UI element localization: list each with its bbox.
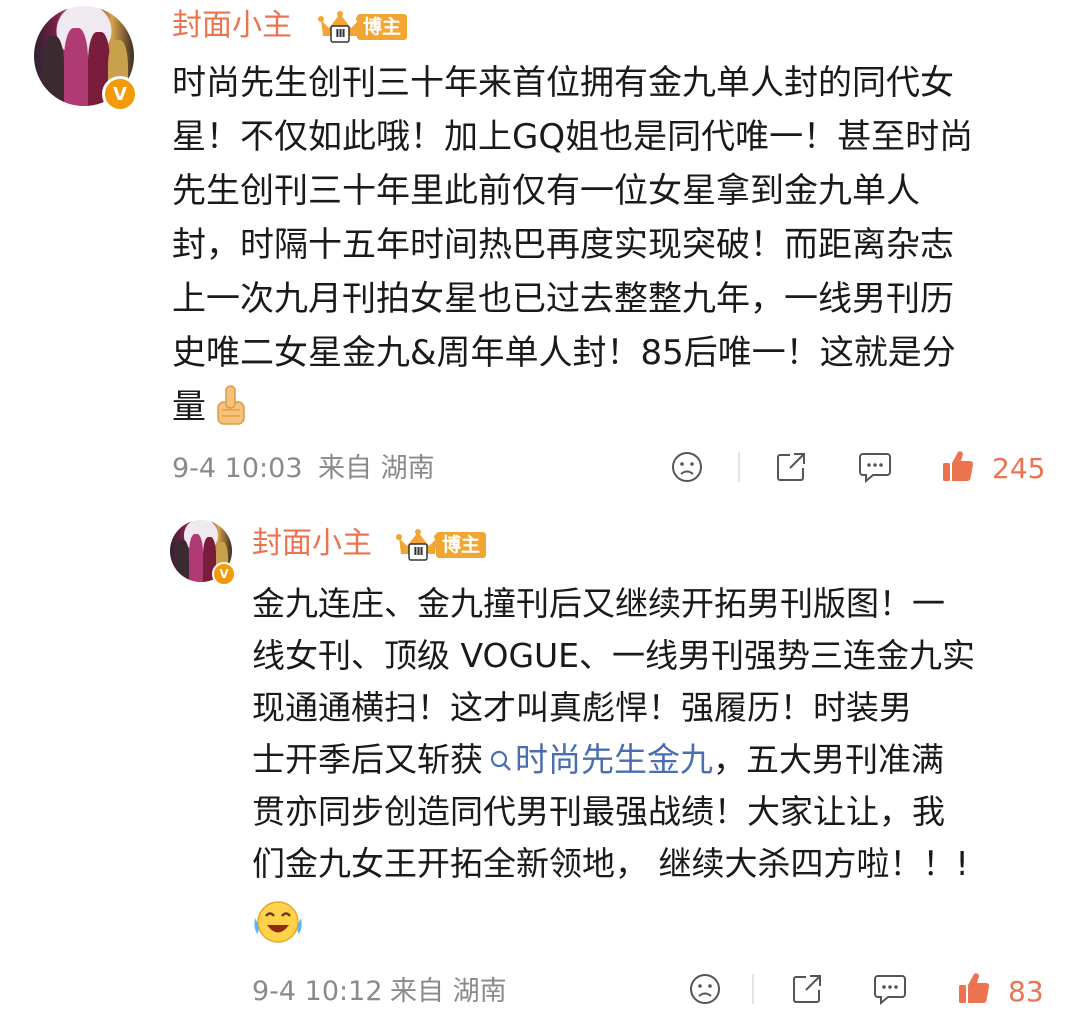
tears-of-joy-emoji bbox=[252, 896, 304, 946]
share-icon[interactable] bbox=[774, 450, 808, 484]
reply-body: 金九连庄、金九撞刊后又继续开拓男刊版图！一 线女刊、顶级 VOGUE、一线男刊强… bbox=[252, 578, 975, 890]
share-icon[interactable] bbox=[790, 972, 824, 1006]
thumbs-up-emoji bbox=[214, 382, 250, 428]
reply-author-name[interactable]: 封面小主 bbox=[252, 526, 372, 562]
reply-time: 9-4 10:12 bbox=[252, 976, 383, 1007]
comment-line: 封，时隔十五年时间热巴再度实现突破！而距离杂志 bbox=[172, 225, 954, 265]
crown-level-icon: III bbox=[395, 528, 441, 562]
comment-line: 史唯二女星金九&周年单人封！85后唯一！这就是分 bbox=[172, 333, 956, 373]
comment-line: 星！不仅如此哦！加上GQ姐也是同代唯一！甚至时尚 bbox=[172, 117, 974, 157]
reply-line-text: ，五大男刊准满 bbox=[713, 740, 944, 779]
reply-line: 们金九女王开拓全新领地， 继续大杀四方啦！！! bbox=[252, 844, 969, 883]
comment-icon[interactable] bbox=[872, 972, 908, 1006]
blogger-badge: 博主 bbox=[357, 14, 407, 40]
reply-line: 现通通横扫！这才叫真彪悍！强履历！时装男 bbox=[252, 688, 912, 727]
comment-time: 9-4 10:03 bbox=[172, 453, 303, 484]
topic-link-text[interactable]: 时尚先生金九 bbox=[515, 740, 713, 779]
reply-line: 士开季后又斩获 时尚先生金九，五大男刊准满 bbox=[252, 734, 975, 786]
comment-location: 来自 湖南 bbox=[318, 453, 435, 484]
divider bbox=[738, 452, 740, 482]
comment-body: 时尚先生创刊三十年来首位拥有金九单人封的同代女 星！不仅如此哦！加上GQ姐也是同… bbox=[172, 56, 973, 434]
comment-line: 上一次九月刊拍女星也已过去整整九年，一线男刊历 bbox=[172, 279, 954, 319]
reply-line: 金九连庄、金九撞刊后又继续开拓男刊版图！一 bbox=[252, 584, 945, 623]
level-badge: III bbox=[413, 545, 423, 558]
like-thumb-icon[interactable] bbox=[956, 970, 992, 1006]
dislike-face-icon[interactable] bbox=[688, 972, 722, 1006]
search-icon bbox=[490, 750, 511, 771]
reply-line: 贯亦同步创造同代男刊最强战绩！大家让让，我 bbox=[252, 792, 945, 831]
divider bbox=[752, 974, 754, 1004]
like-count: 83 bbox=[1008, 975, 1044, 1008]
comment-icon[interactable] bbox=[857, 450, 893, 484]
verified-badge-icon: V bbox=[102, 76, 138, 112]
level-badge: III bbox=[335, 27, 345, 40]
comment-line: 量 bbox=[172, 387, 206, 427]
like-thumb-icon[interactable] bbox=[940, 448, 976, 484]
reply-line: 线女刊、顶级 VOGUE、一线男刊强势三连金九实 bbox=[252, 636, 976, 675]
reply-location: 来自 湖南 bbox=[390, 976, 507, 1007]
reply-line-text: 士开季后又斩获 bbox=[252, 740, 483, 779]
author-name[interactable]: 封面小主 bbox=[172, 8, 292, 44]
topic-link[interactable]: 时尚先生金九 bbox=[483, 740, 713, 779]
comment-line: 时尚先生创刊三十年来首位拥有金九单人封的同代女 bbox=[172, 63, 954, 103]
comment-line: 先生创刊三十年里此前仅有一位女星拿到金九单人 bbox=[172, 171, 920, 211]
blogger-badge: 博主 bbox=[436, 532, 486, 558]
like-count: 245 bbox=[992, 452, 1046, 485]
dislike-face-icon[interactable] bbox=[670, 450, 704, 484]
verified-badge-icon: V bbox=[212, 562, 236, 586]
